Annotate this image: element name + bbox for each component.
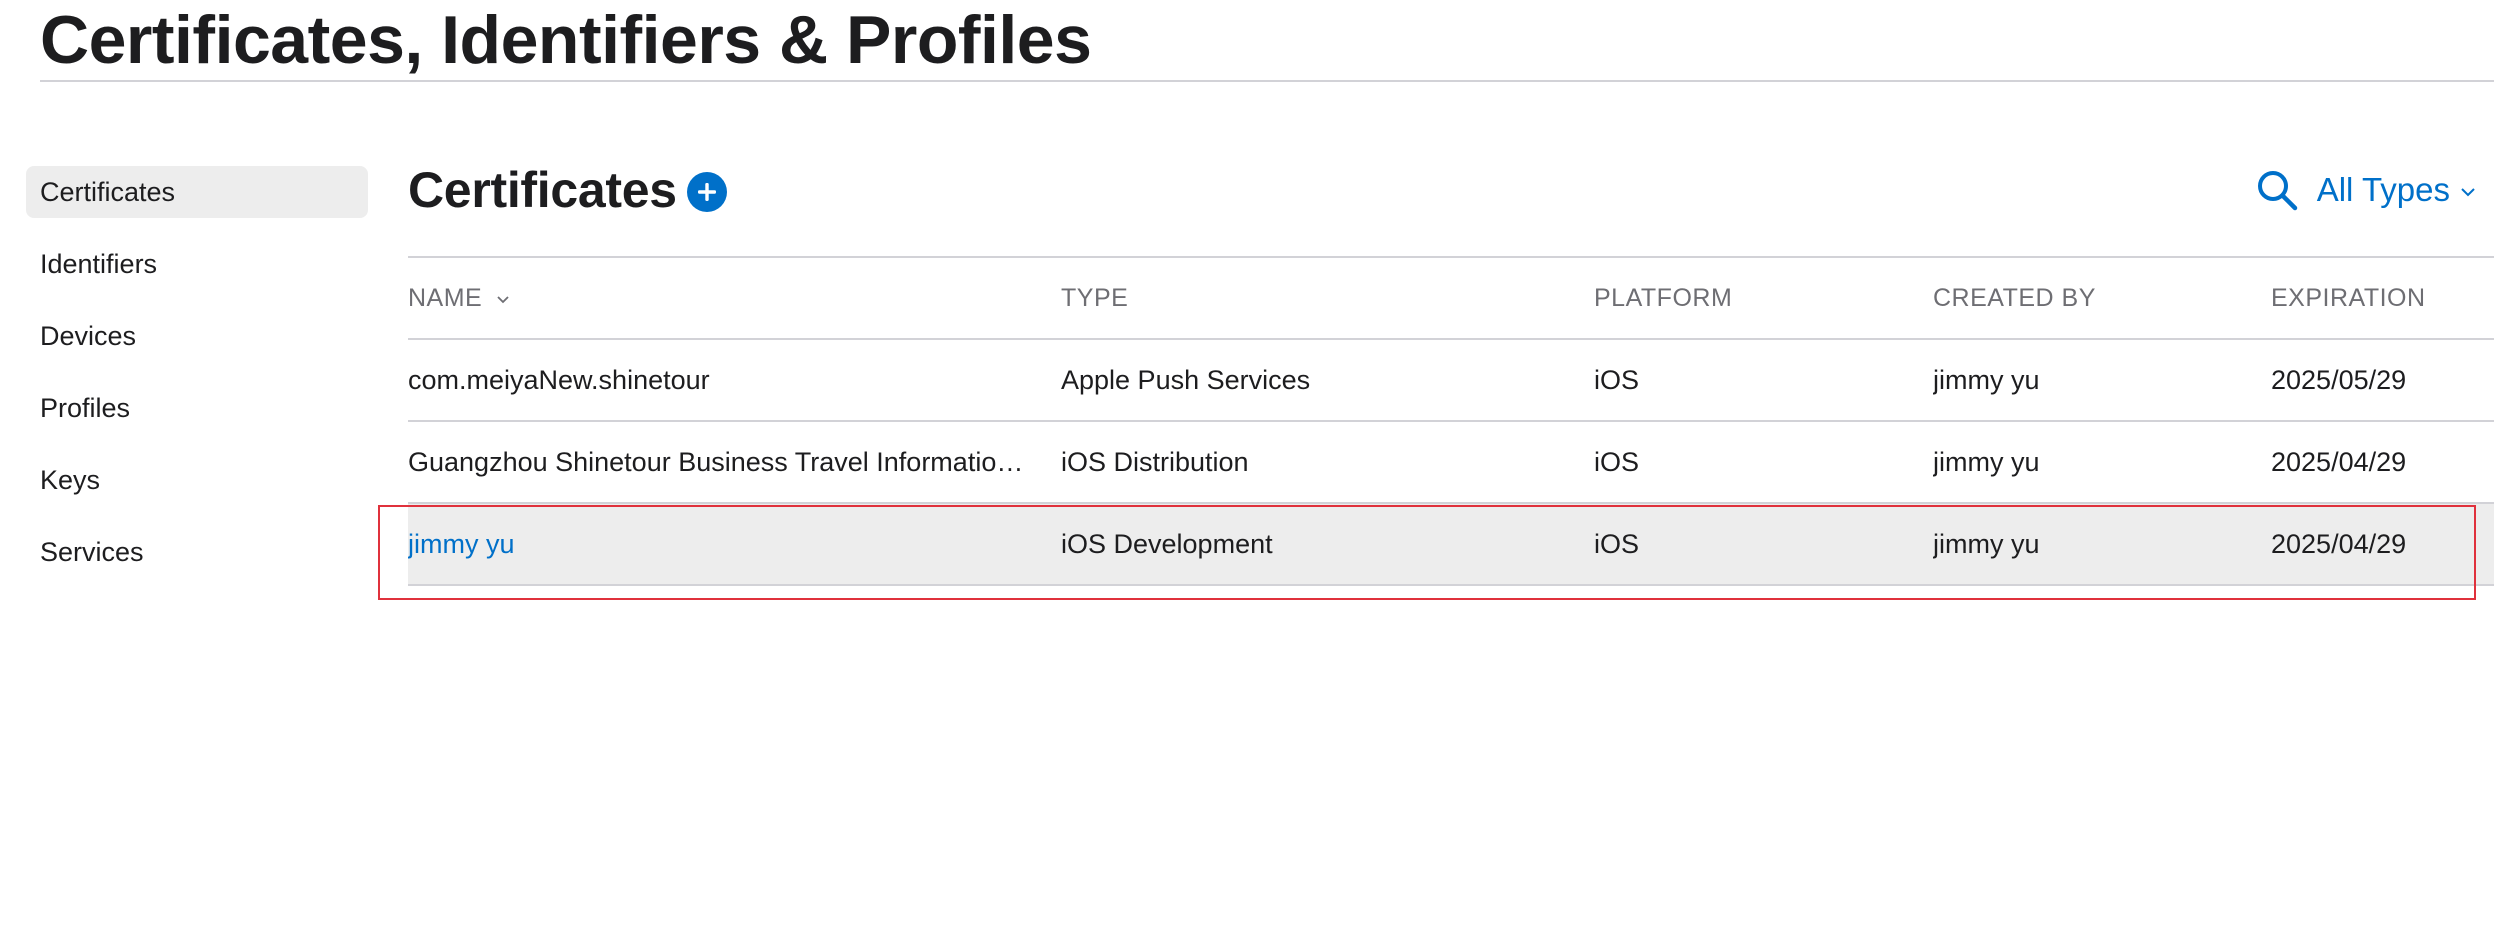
chevron-down-icon xyxy=(2461,188,2475,197)
cert-expiration: 2025/04/29 xyxy=(2271,447,2407,477)
cert-expiration: 2025/05/29 xyxy=(2271,365,2407,395)
table-row[interactable]: Guangzhou Shinetour Business Travel Info… xyxy=(408,422,2494,504)
cert-name[interactable]: com.meiyaNew.shinetour xyxy=(408,340,1033,420)
table-row[interactable]: com.meiyaNew.shinetour Apple Push Servic… xyxy=(408,340,2494,422)
sidebar-item-identifiers[interactable]: Identifiers xyxy=(26,238,368,290)
sort-chevron-icon xyxy=(497,296,509,304)
plus-circle-icon xyxy=(697,183,716,201)
title-divider xyxy=(40,80,2494,82)
sidebar-item-devices[interactable]: Devices xyxy=(26,310,368,362)
section-header: Certificates xyxy=(408,155,727,225)
cert-created-by: jimmy yu xyxy=(1933,529,2040,559)
sidebar-item-certificates[interactable]: Certificates xyxy=(26,166,368,218)
column-header-name[interactable]: NAME xyxy=(408,258,1033,338)
search-icon[interactable] xyxy=(2255,168,2299,212)
cert-platform: iOS xyxy=(1594,365,1640,395)
cert-expiration: 2025/04/29 xyxy=(2271,529,2407,559)
table-header-row: NAME TYPE PLATFORM CREATED BY EXPIRATION xyxy=(408,258,2494,340)
column-header-created-by[interactable]: CREATED BY xyxy=(1933,258,2233,338)
cert-created-by: jimmy yu xyxy=(1933,365,2040,395)
column-header-type[interactable]: TYPE xyxy=(1061,258,1561,338)
sidebar-item-profiles[interactable]: Profiles xyxy=(26,382,368,434)
table-row-selected[interactable]: jimmy yu iOS Development iOS jimmy yu 20… xyxy=(408,504,2494,586)
column-header-expiration[interactable]: EXPIRATION xyxy=(2271,258,2491,338)
cert-name-link[interactable]: jimmy yu xyxy=(408,504,1033,584)
section-title: Certificates xyxy=(408,162,677,218)
cert-platform: iOS xyxy=(1594,529,1640,559)
type-filter-label: All Types xyxy=(2316,171,2450,208)
sidebar-nav: Certificates Identifiers Devices Profile… xyxy=(26,166,368,598)
cert-platform: iOS xyxy=(1594,447,1640,477)
header-tools: All Types xyxy=(2255,160,2476,220)
cert-name[interactable]: Guangzhou Shinetour Business Travel Info… xyxy=(408,422,1033,502)
type-filter-dropdown[interactable]: All Types xyxy=(2317,171,2476,209)
cert-type: iOS Distribution xyxy=(1061,447,1249,477)
cert-type: Apple Push Services xyxy=(1061,365,1311,395)
page-title: Certificates, Identifiers & Profiles xyxy=(40,2,1092,78)
sidebar-item-keys[interactable]: Keys xyxy=(26,454,368,506)
cert-type: iOS Development xyxy=(1061,529,1273,559)
add-certificate-button[interactable] xyxy=(686,172,727,212)
certificates-table: NAME TYPE PLATFORM CREATED BY EXPIRATION… xyxy=(408,256,2494,586)
column-header-platform[interactable]: PLATFORM xyxy=(1594,258,1894,338)
cert-created-by: jimmy yu xyxy=(1933,447,2040,477)
sidebar-item-services[interactable]: Services xyxy=(26,526,368,578)
